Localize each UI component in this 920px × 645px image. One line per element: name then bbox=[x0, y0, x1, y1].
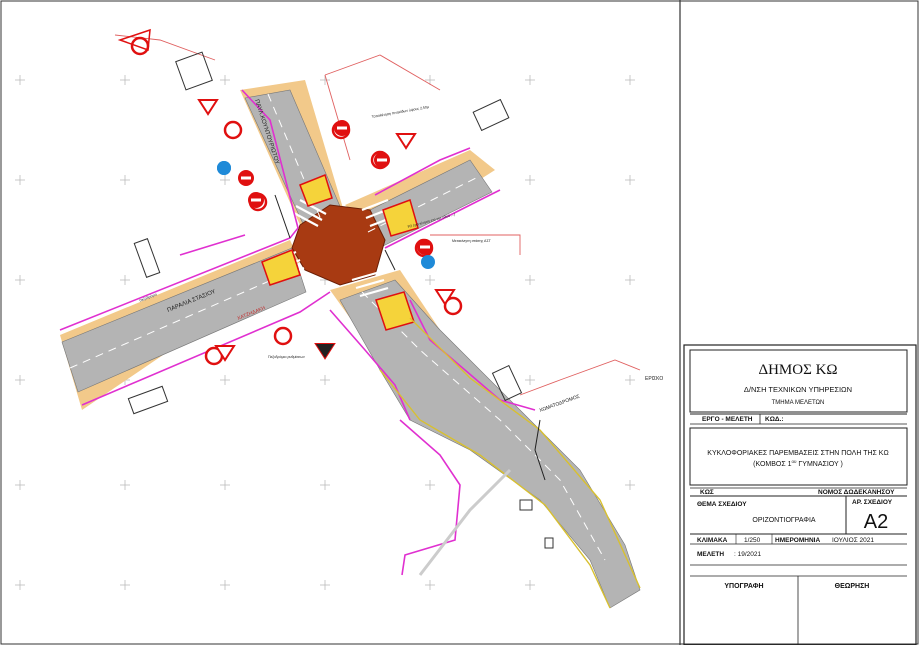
no-entry-bar bbox=[337, 126, 347, 130]
signed-label: ΥΠΟΓΡΑΦΗ bbox=[724, 583, 763, 590]
study-label: ΜΕΛΕΤΗ bbox=[697, 551, 724, 558]
project-line-2: (ΚΟΜΒΟΣ 1ου ΓΥΜΝΑΣΙΟΥ ) bbox=[753, 459, 843, 468]
no-entry-bar bbox=[241, 176, 251, 180]
give-way-sign-icon bbox=[197, 99, 219, 116]
footpath bbox=[418, 468, 512, 576]
kod-label: ΚΩΔ.: bbox=[765, 416, 784, 423]
no-entry-bar bbox=[377, 158, 387, 162]
road-surface bbox=[61, 89, 641, 609]
prohibition-sign-icon bbox=[223, 120, 243, 140]
site-plan-drawing: ΠΑΥΛ.ΚΟΥΝΤΟΥΡΙΩΤΟΥ ΠΑΡΑΛΙΑ ΣΤΑΣΙΟΥ ΧΑΤΖΗ… bbox=[0, 0, 919, 645]
municipality-title: ΔΗΜΟΣ ΚΩ bbox=[758, 362, 837, 378]
no-entry-bar bbox=[251, 198, 261, 202]
checked-label: ΘΕΩΡΗΣΗ bbox=[835, 583, 870, 590]
directorate: Δ/ΝΣΗ ΤΕΧΝΙΚΩΝ ΥΠΗΡΕΣΙΩΝ bbox=[744, 385, 852, 394]
ergo-label: ΕΡΓΟ - ΜΕΛΕΤΗ bbox=[702, 416, 753, 423]
date-label: ΗΜΕΡΟΜΗΝΙΑ bbox=[775, 537, 820, 544]
scale-value: 1/250 bbox=[744, 537, 761, 544]
mandatory-direction-sign-icon bbox=[421, 255, 435, 269]
subject-label: ΘΕΜΑ ΣΧΕΔΙΟΥ bbox=[697, 501, 747, 508]
warning-sign-icon bbox=[316, 344, 334, 358]
drawing-no-label: ΑΡ. ΣΧΕΔΙΟΥ bbox=[852, 499, 893, 506]
study-value: : 19/2021 bbox=[734, 551, 761, 558]
drawing-number: A2 bbox=[864, 511, 888, 533]
note-top: Τοποθέτηση πινακίδων ύψους 2,50μ bbox=[371, 105, 429, 119]
prohibition-sign-icon bbox=[130, 36, 150, 56]
date-value: ΙΟΥΛΙΟΣ 2021 bbox=[832, 537, 874, 544]
location-label: ΚΩΣ bbox=[700, 489, 714, 496]
street-label-erisko: ΕΡΙΣΚΟ bbox=[645, 376, 663, 382]
note-right2: Μετακίνηση στάσης ΑΣΤ bbox=[452, 239, 492, 243]
mandatory-direction-sign-icon bbox=[217, 161, 231, 175]
no-entry-bar bbox=[420, 245, 430, 249]
prefecture: ΝΟΜΟΣ ΔΩΔΕΚΑΝΗΣΟΥ bbox=[818, 489, 895, 496]
project-line-1: ΚΥΚΛΟΦΟΡΙΑΚΕΣ ΠΑΡΕΜΒΑΣΕΙΣ ΣΤΗΝ ΠΟΛΗ ΤΗΣ … bbox=[707, 450, 888, 457]
note-bottom: Πεζοδρόμιο ρυθμίσεων bbox=[268, 355, 305, 359]
prohibition-sign-icon bbox=[273, 326, 293, 346]
scale-label: ΚΛΙΜΑΚΑ bbox=[697, 537, 728, 544]
department: ΤΜΗΜΑ ΜΕΛΕΤΩΝ bbox=[772, 400, 825, 406]
street-label-chimatodromos: ΧΩΜΑΤΟΔΡΟΜΟΣ bbox=[539, 394, 581, 414]
drawing-subject: ΟΡΙΖΟΝΤΙΟΓΡΑΦΙΑ bbox=[752, 517, 816, 524]
give-way-sign-icon bbox=[395, 133, 417, 150]
